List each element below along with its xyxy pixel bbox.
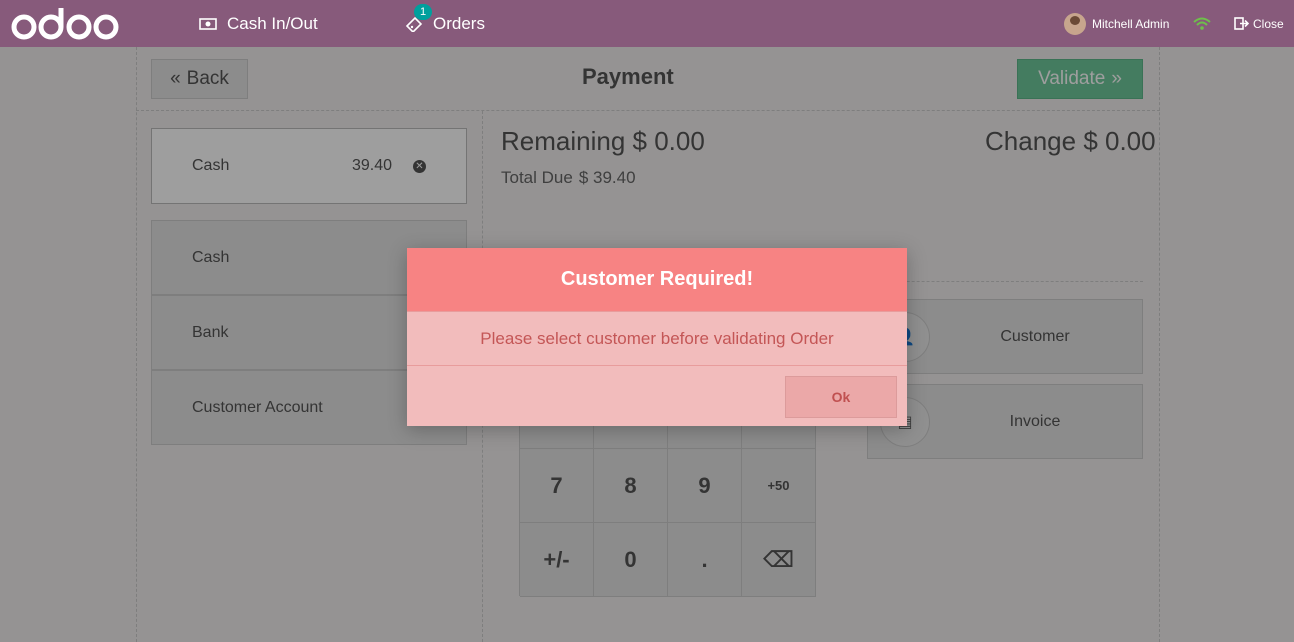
wifi-icon bbox=[1193, 0, 1211, 47]
close-button[interactable]: Close bbox=[1234, 0, 1284, 47]
ok-button[interactable]: Ok bbox=[785, 376, 897, 418]
dialog-message: Please select customer before validating… bbox=[407, 311, 907, 366]
user-menu[interactable]: Mitchell Admin bbox=[1064, 0, 1169, 47]
money-icon bbox=[199, 17, 217, 31]
user-name: Mitchell Admin bbox=[1092, 16, 1170, 31]
ticket-icon: 1 bbox=[405, 3, 433, 32]
sign-out-icon bbox=[1234, 17, 1249, 30]
avatar bbox=[1064, 12, 1086, 35]
orders-label: Orders bbox=[433, 13, 485, 33]
odoo-logo bbox=[11, 8, 119, 40]
error-dialog: Customer Required! Please select custome… bbox=[407, 248, 907, 426]
orders-count-badge: 1 bbox=[414, 3, 433, 20]
dialog-title: Customer Required! bbox=[407, 248, 907, 311]
cash-in-out-label: Cash In/Out bbox=[227, 13, 318, 33]
cash-in-out-button[interactable]: Cash In/Out bbox=[199, 0, 318, 47]
top-navbar: Cash In/Out 1 Orders Mitchell Admin Clos… bbox=[0, 0, 1294, 47]
close-label: Close bbox=[1253, 16, 1284, 31]
orders-button[interactable]: 1 Orders bbox=[405, 0, 485, 47]
